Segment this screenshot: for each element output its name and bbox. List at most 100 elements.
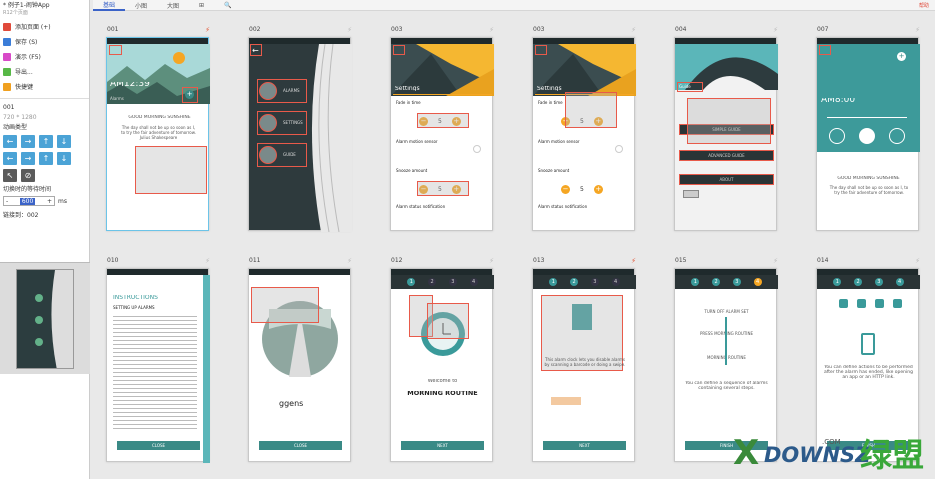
screen-id: 007 bbox=[817, 26, 829, 33]
toggle-switch[interactable] bbox=[615, 145, 623, 153]
status-bar bbox=[249, 269, 350, 275]
tab-0[interactable]: 基础 bbox=[93, 0, 126, 11]
bolt-icon: ⚡ bbox=[205, 26, 210, 34]
screen-text: Alarm motion sensor bbox=[396, 139, 438, 144]
duration-stepper[interactable]: - 600 + bbox=[3, 196, 55, 206]
guide-menu-button[interactable]: ADVANCED GUIDE bbox=[679, 150, 774, 161]
page-size: 720 * 1280 bbox=[3, 114, 37, 121]
hotspot[interactable] bbox=[417, 113, 469, 128]
duration-input[interactable]: 600 bbox=[19, 197, 36, 205]
side-strip bbox=[203, 275, 210, 463]
anim-0-button[interactable]: ← bbox=[3, 135, 17, 148]
moon-icon[interactable] bbox=[859, 128, 875, 144]
hotspot[interactable] bbox=[135, 146, 207, 194]
hotspot[interactable] bbox=[257, 143, 307, 167]
hotspot[interactable] bbox=[257, 79, 307, 103]
anim-6-button[interactable]: ↑ bbox=[39, 152, 53, 165]
screen-text: AM8:00 bbox=[821, 98, 856, 103]
volume-slider[interactable] bbox=[827, 117, 907, 118]
screen-id: 015 bbox=[675, 257, 687, 264]
screen-004[interactable]: 004 ⚡ Guide SIMPLE GUIDE ADVANCED GUIDE ABOUT bbox=[674, 26, 778, 231]
hotspot[interactable] bbox=[677, 82, 703, 92]
fade-stepper[interactable]: − 5 + bbox=[561, 185, 603, 194]
screen-011[interactable]: 011 ⚡ ggens CLOSE bbox=[248, 257, 352, 462]
anim-2-button[interactable]: ↑ bbox=[39, 135, 53, 148]
menu-item-2[interactable]: 演示 (F5) bbox=[0, 49, 89, 64]
hotspot[interactable] bbox=[687, 98, 771, 144]
tab-2[interactable]: 大图 bbox=[157, 1, 189, 10]
screen-id: 004 bbox=[675, 26, 687, 33]
screen-010[interactable]: 010 ⚡ INSTRUCTIONS SETTING UP ALARMS CLOSE bbox=[106, 257, 210, 463]
anim-7-button[interactable]: ↓ bbox=[57, 152, 71, 165]
hotspot[interactable] bbox=[535, 45, 547, 55]
anim-9-button[interactable]: ⊘ bbox=[21, 169, 35, 182]
anim-4-button[interactable]: ← bbox=[3, 152, 17, 165]
menu-item-3[interactable]: 导出... bbox=[0, 64, 89, 79]
menu-label: 导出... bbox=[15, 69, 33, 76]
project-size: R12个页面 bbox=[3, 10, 28, 16]
screen-header: 007 ⚡ bbox=[817, 26, 920, 36]
hotspot[interactable] bbox=[393, 45, 405, 55]
screen-id: 010 bbox=[107, 257, 119, 264]
hotspot[interactable] bbox=[250, 44, 262, 56]
guide-menu-button[interactable]: ABOUT bbox=[679, 174, 774, 185]
camera-icon bbox=[875, 299, 884, 308]
play-icon bbox=[3, 52, 11, 61]
hotspot[interactable] bbox=[251, 287, 319, 323]
screen-003[interactable]: 003 ⚡ Settings Fade in time −5 + Alarm motion … bbox=[532, 26, 636, 231]
hotspot[interactable] bbox=[257, 111, 307, 135]
screen-action-button[interactable]: CLOSE bbox=[117, 441, 200, 450]
bolt-icon: ⚡ bbox=[773, 257, 778, 265]
plus-button[interactable]: + bbox=[593, 185, 603, 194]
toggle-switch[interactable] bbox=[473, 145, 481, 153]
left-panel: * 例子1-闹钟App R12个页面 添加页面 (+) 保存 (S) 演示 (F5)… bbox=[0, 0, 90, 479]
brand-name: ggens bbox=[279, 399, 304, 408]
screen-text: Alarm status notification bbox=[538, 204, 588, 209]
screen-002[interactable]: 002 ⚡ ALARMS SETTINGS GUIDE ← bbox=[248, 26, 352, 232]
mobile-icon bbox=[893, 299, 902, 308]
screen-action-button[interactable]: CLOSE bbox=[259, 441, 342, 450]
help-link[interactable]: 帮助 bbox=[919, 2, 935, 9]
screen-001[interactable]: 001 ⚡ AM12:39 Alarms + GOOD MORNING SUNSHINE T… bbox=[106, 26, 210, 231]
screen-003[interactable]: 003 ⚡ Settings Fade in time −5 + Alarm motion … bbox=[390, 26, 494, 231]
screen-007[interactable]: 007 ⚡ AM8:00 + GOOD MORNING SUNSHINE The day … bbox=[816, 26, 920, 231]
screen-action-button[interactable]: NEXT bbox=[401, 441, 484, 450]
screen-id: 013 bbox=[533, 257, 545, 264]
bolt-icon: ⚡ bbox=[915, 26, 920, 34]
screen-text: Settings bbox=[395, 86, 420, 91]
step-indicator: 1 2 3 4 bbox=[675, 275, 778, 289]
hotspot[interactable] bbox=[819, 45, 831, 55]
screen-action-button[interactable]: NEXT bbox=[543, 441, 626, 450]
screen-013[interactable]: 013 ⚡ 1 2 3 4 This alarm clock lets you disabl… bbox=[532, 257, 636, 462]
small-button[interactable] bbox=[683, 190, 699, 198]
tab-4[interactable]: 🔍 bbox=[214, 2, 241, 9]
duration-plus-button[interactable]: + bbox=[47, 198, 52, 205]
hotspot[interactable] bbox=[427, 303, 469, 339]
accent-line bbox=[393, 94, 492, 95]
anim-3-button[interactable]: ↓ bbox=[57, 135, 71, 148]
menu-item-4[interactable]: 快捷键 bbox=[0, 79, 89, 94]
step-dot: 4 bbox=[753, 278, 762, 286]
save-icon bbox=[3, 37, 11, 46]
hotspot[interactable] bbox=[565, 92, 617, 128]
duration-minus-button[interactable]: - bbox=[6, 198, 8, 205]
anim-1-button[interactable]: → bbox=[21, 135, 35, 148]
add-icon[interactable]: + bbox=[897, 52, 906, 61]
hotspot[interactable] bbox=[182, 87, 198, 103]
music-icon[interactable] bbox=[889, 128, 905, 144]
screen-text: Snooze amount bbox=[538, 168, 570, 173]
menu-item-0[interactable]: 添加页面 (+) bbox=[0, 19, 89, 34]
hotspot[interactable] bbox=[109, 45, 122, 55]
anim-8-button[interactable]: ↖ bbox=[3, 169, 17, 182]
anim-5-button[interactable]: → bbox=[21, 152, 35, 165]
sun-icon[interactable] bbox=[829, 128, 845, 144]
menu-item-1[interactable]: 保存 (S) bbox=[0, 34, 89, 49]
link-target-thumbnail[interactable] bbox=[0, 262, 90, 374]
tab-1[interactable]: 小图 bbox=[125, 1, 157, 10]
phone-icon bbox=[861, 333, 875, 355]
step-indicator: 1 2 3 4 bbox=[533, 275, 636, 289]
hotspot[interactable] bbox=[417, 181, 469, 196]
minus-button[interactable]: − bbox=[561, 185, 570, 194]
screen-012[interactable]: 012 ⚡ 1 2 3 4 Welcome to MORNING ROUTINE NEXT bbox=[390, 257, 494, 462]
tab-3[interactable]: ⊞ bbox=[189, 2, 214, 9]
